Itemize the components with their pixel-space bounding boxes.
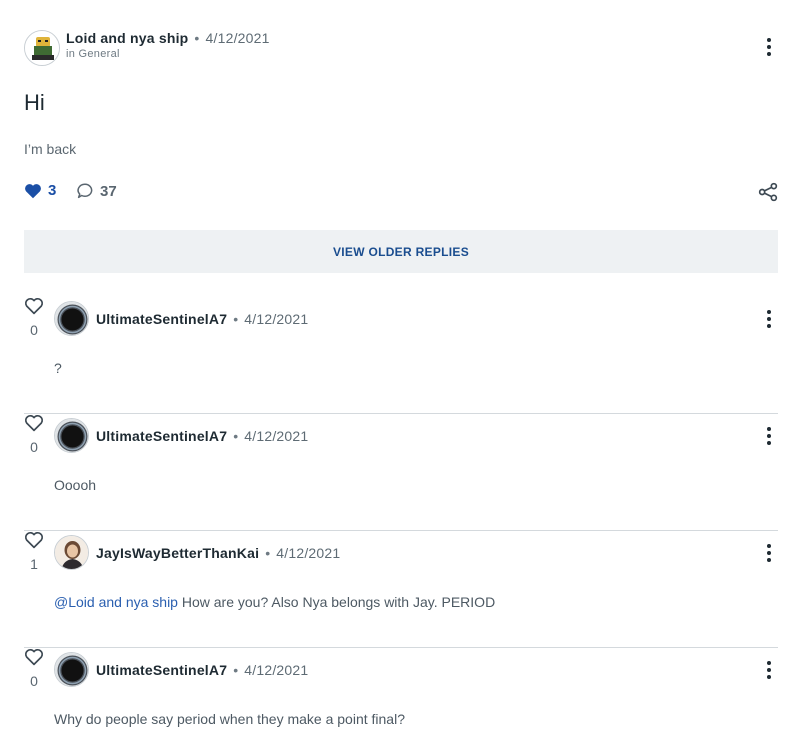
reply-item: 1 JayIsWayBetterThanKai • 4/12/2021 @Loid … [24,531,778,648]
post-body: I’m back [24,141,77,157]
more-options-icon[interactable] [764,661,774,683]
heart-outline-icon [24,532,44,549]
heart-outline-icon [24,649,44,666]
reply-like-count: 1 [30,556,38,572]
reply-author[interactable]: UltimateSentinelA7 [96,662,227,678]
separator-dot: • [265,545,271,561]
reply-author[interactable]: UltimateSentinelA7 [96,428,227,444]
reply-like-button[interactable]: 1 [24,531,44,572]
reply-text-body: How are you? Also Nya belongs with Jay. … [177,594,496,610]
reply-item: 0 UltimateSentinelA7 • 4/12/2021 Why do pe… [24,648,778,743]
separator-dot: • [233,311,239,327]
reply-like-count: 0 [30,439,38,455]
post-header: Loid and nya ship • 4/12/2021 in General [24,28,784,68]
reply-date: 4/12/2021 [244,662,309,678]
more-options-icon[interactable] [764,427,774,449]
post-category[interactable]: in General [66,48,120,60]
comment-count: 37 [100,182,117,200]
reply-like-button[interactable]: 0 [24,414,44,455]
like-count: 3 [48,182,57,199]
reply-date: 4/12/2021 [244,311,309,327]
more-options-icon[interactable] [764,544,774,566]
post-date: 4/12/2021 [205,30,270,46]
post-actions: 3 37 [24,182,784,204]
reply-meta: UltimateSentinelA7 • 4/12/2021 [96,428,308,444]
reply-text: @Loid and nya ship How are you? Also Nya… [54,594,495,610]
author-avatar[interactable] [24,30,60,66]
reply-text: Why do people say period when they make … [54,711,405,727]
reply-avatar[interactable] [54,652,89,687]
reply-text: Ooooh [54,477,97,493]
comment-icon [77,183,93,199]
author-name[interactable]: Loid and nya ship [66,30,188,46]
reply-author[interactable]: JayIsWayBetterThanKai [96,545,259,561]
view-older-replies-button[interactable]: VIEW OLDER REPLIES [24,230,778,273]
reply-avatar[interactable] [54,535,89,570]
separator-dot: • [194,30,200,46]
post-title: Hi [24,90,45,115]
heart-outline-icon [24,415,44,432]
reply-avatar[interactable] [54,301,89,336]
more-options-icon[interactable] [764,310,774,332]
reply-like-count: 0 [30,322,38,338]
comment-button[interactable]: 37 [76,182,117,200]
user-mention-link[interactable]: @Loid and nya ship [54,594,178,610]
reply-date: 4/12/2021 [244,428,309,444]
separator-dot: • [233,428,239,444]
reply-like-button[interactable]: 0 [24,648,44,689]
share-icon[interactable] [758,182,778,207]
reply-meta: UltimateSentinelA7 • 4/12/2021 [96,662,308,678]
reply-item: 0 UltimateSentinelA7 • 4/12/2021 Ooooh [24,414,778,531]
more-options-icon[interactable] [764,38,774,60]
reply-meta: UltimateSentinelA7 • 4/12/2021 [96,311,308,327]
reply-like-button[interactable]: 0 [24,297,44,338]
reply-item: 0 UltimateSentinelA7 • 4/12/2021 ? [24,297,778,414]
like-button[interactable]: 3 [24,182,56,199]
reply-avatar[interactable] [54,418,89,453]
reply-author[interactable]: UltimateSentinelA7 [96,311,227,327]
reply-date: 4/12/2021 [276,545,341,561]
reply-like-count: 0 [30,673,38,689]
reply-meta: JayIsWayBetterThanKai • 4/12/2021 [96,545,340,561]
heart-icon [25,183,41,198]
heart-outline-icon [24,298,44,315]
separator-dot: • [233,662,239,678]
reply-text: ? [54,360,62,376]
post-author-line: Loid and nya ship • 4/12/2021 [66,30,270,46]
